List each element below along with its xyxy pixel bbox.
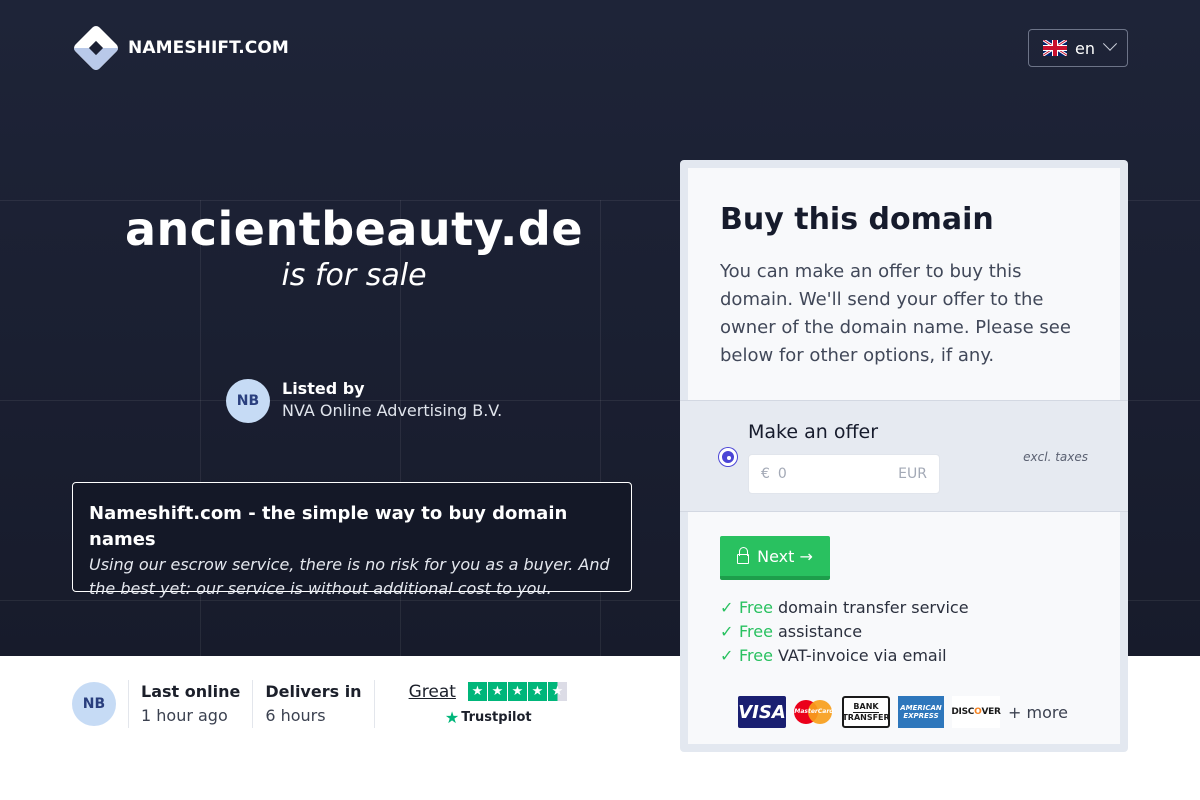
- feature-item: ✓ Free VAT-invoice via email: [720, 644, 969, 668]
- amex-icon: AMERICAN EXPRESS: [898, 696, 944, 728]
- divider: [373, 680, 375, 728]
- feature-text: VAT-invoice via email: [777, 646, 947, 665]
- feature-item: ✓ Free assistance: [720, 620, 969, 644]
- delivers-in-stat: Delivers in 6 hours: [265, 680, 361, 728]
- delivers-in-label: Delivers in: [265, 682, 362, 701]
- domain-name-title: ancientbeauty.de: [124, 202, 584, 256]
- make-offer-section: Make an offer excl. taxes € 0 EUR: [680, 400, 1128, 512]
- check-icon: ✓: [720, 598, 734, 617]
- buy-domain-card: Buy this domain You can make an offer to…: [680, 160, 1128, 752]
- bank-transfer-icon: BANK TRANSFER: [842, 696, 890, 728]
- delivers-in-value: 6 hours: [265, 706, 326, 725]
- seller-stats: NB Last online 1 hour ago Delivers in 6 …: [72, 680, 568, 728]
- features-list: ✓ Free domain transfer service ✓ Free as…: [720, 596, 969, 668]
- brand-name: NAMESHIFT.COM: [128, 38, 289, 58]
- brand-logo[interactable]: NAMESHIFT.COM: [71, 23, 289, 73]
- free-label: Free: [739, 598, 773, 617]
- feature-text: assistance: [777, 622, 863, 641]
- currency-symbol: €: [761, 466, 770, 482]
- star-icon: ★: [547, 682, 567, 701]
- visa-icon: VISA: [738, 696, 786, 728]
- offer-label: Make an offer: [748, 421, 879, 443]
- logo-diamond-icon: [71, 23, 121, 73]
- lock-icon: [737, 547, 750, 564]
- for-sale-subtitle: is for sale: [281, 258, 427, 293]
- language-selector[interactable]: en: [1028, 29, 1128, 67]
- offer-radio[interactable]: [719, 448, 737, 466]
- chevron-down-icon: [1102, 36, 1118, 51]
- info-title: Nameshift.com - the simple way to buy do…: [89, 503, 568, 550]
- next-label: Next →: [757, 546, 813, 566]
- check-icon: ✓: [720, 646, 734, 665]
- last-online-stat: Last online 1 hour ago: [141, 680, 240, 728]
- card-title: Buy this domain: [720, 202, 994, 237]
- currency-code: EUR: [898, 466, 927, 482]
- discover-icon: DISC O VER: [951, 696, 1001, 728]
- rating-stars: ★ ★ ★ ★ ★: [467, 682, 568, 701]
- listed-by: NB Listed by NVA Online Advertising B.V.: [226, 379, 502, 423]
- star-icon: ★: [527, 682, 547, 701]
- rating-text[interactable]: Great: [409, 682, 456, 702]
- free-label: Free: [739, 646, 773, 665]
- feature-text: domain transfer service: [777, 598, 969, 617]
- star-icon: ★: [507, 682, 527, 701]
- trustpilot-logo: ★ Trustpilot: [445, 708, 532, 727]
- star-icon: ★: [487, 682, 507, 701]
- payment-methods: VISA MasterCard BANK TRANSFER AMERICAN E…: [738, 696, 1068, 728]
- seller-avatar-small: NB: [72, 682, 116, 726]
- offer-amount-input[interactable]: € 0 EUR: [748, 454, 940, 494]
- amount-placeholder: 0: [777, 466, 787, 482]
- language-code: en: [1075, 38, 1095, 58]
- feature-item: ✓ Free domain transfer service: [720, 596, 969, 620]
- next-button[interactable]: Next →: [720, 536, 830, 580]
- seller-name: NVA Online Advertising B.V.: [282, 401, 503, 420]
- card-description: You can make an offer to buy this domain…: [720, 261, 1071, 366]
- trustpilot-star-icon: ★: [444, 707, 460, 727]
- divider: [252, 680, 254, 728]
- mastercard-icon: MasterCard: [794, 696, 834, 728]
- seller-avatar: NB: [226, 379, 270, 423]
- trustpilot-widget[interactable]: Great ★ ★ ★ ★ ★ ★ Trustpilot: [409, 682, 568, 727]
- last-online-value: 1 hour ago: [141, 706, 228, 725]
- excl-taxes-note: excl. taxes: [1023, 450, 1088, 464]
- trustpilot-label: Trustpilot: [461, 709, 532, 725]
- more-payments-label: + more: [1008, 702, 1068, 722]
- free-label: Free: [739, 622, 773, 641]
- info-body: Using our escrow service, there is no ri…: [89, 555, 610, 598]
- star-icon: ★: [467, 682, 487, 701]
- escrow-info-box: Nameshift.com - the simple way to buy do…: [72, 482, 632, 598]
- divider: [128, 680, 129, 728]
- listed-by-label: Listed by: [282, 379, 365, 398]
- uk-flag-icon: [1043, 40, 1067, 56]
- last-online-label: Last online: [141, 682, 241, 701]
- check-icon: ✓: [720, 622, 734, 641]
